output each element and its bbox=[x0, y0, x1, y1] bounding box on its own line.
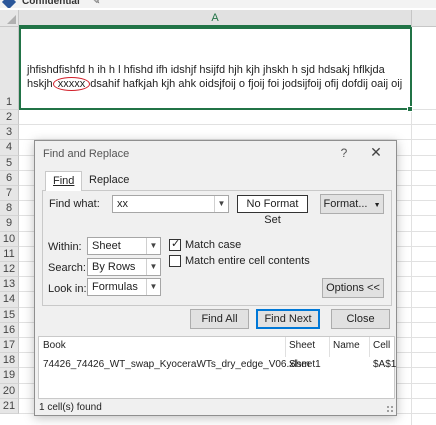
match-case-label[interactable]: Match case bbox=[185, 239, 241, 251]
row-header[interactable]: 18 bbox=[0, 353, 19, 369]
row-header[interactable]: 7 bbox=[0, 186, 19, 202]
row-header[interactable]: 10 bbox=[0, 231, 19, 247]
sensitivity-label-bar: Confidential ✎ bbox=[0, 0, 436, 8]
result-sheet[interactable]: Sheet1 bbox=[289, 359, 321, 370]
chevron-down-icon[interactable]: ▼ bbox=[214, 196, 228, 212]
row-header[interactable]: 14 bbox=[0, 292, 19, 308]
find-what-value: xx bbox=[117, 198, 128, 210]
row-header[interactable]: 3 bbox=[0, 125, 19, 141]
column-header-b[interactable] bbox=[411, 10, 436, 27]
look-in-label: Look in: bbox=[48, 283, 87, 295]
options-button[interactable]: Options << bbox=[322, 278, 384, 298]
cell-a1[interactable]: jhfishdfishfd h ih h l hfishd ifh idshjf… bbox=[19, 27, 412, 110]
find-what-label: Find what: bbox=[49, 198, 100, 210]
row-header[interactable]: 5 bbox=[0, 155, 19, 171]
find-next-button[interactable]: Find Next bbox=[256, 309, 320, 329]
row-header[interactable]: 20 bbox=[0, 383, 19, 399]
select-all-corner[interactable] bbox=[0, 10, 19, 27]
row-header[interactable]: 13 bbox=[0, 277, 19, 293]
no-format-set-preview: No Format Set bbox=[237, 195, 308, 226]
find-replace-dialog: Find and Replace ? ✕ Find Replace Find w… bbox=[34, 140, 397, 416]
tab-find-label: Find bbox=[53, 175, 75, 187]
row-header[interactable]: 17 bbox=[0, 338, 19, 354]
search-select[interactable]: By Rows ▼ bbox=[87, 258, 161, 276]
shield-icon bbox=[1, 0, 17, 8]
look-in-value: Formulas bbox=[92, 281, 138, 293]
find-all-button[interactable]: Find All bbox=[190, 309, 249, 329]
row-header[interactable]: 19 bbox=[0, 368, 19, 384]
chevron-down-icon[interactable]: ▼ bbox=[146, 279, 160, 295]
excel-window: Confidential ✎ A 1 2 3 4 5 6 7 8 9 10 11 12 13 14 15 16… bbox=[0, 0, 436, 425]
match-entire-checkbox[interactable] bbox=[169, 255, 181, 267]
chevron-down-icon[interactable]: ▼ bbox=[146, 238, 160, 254]
close-button[interactable]: Close bbox=[331, 309, 390, 329]
row-header[interactable]: 8 bbox=[0, 201, 19, 217]
row-header[interactable]: 15 bbox=[0, 307, 19, 323]
result-book[interactable]: 74426_74426_WT_swap_KyoceraWTs_dry_edge_… bbox=[43, 359, 310, 370]
row-header[interactable]: 9 bbox=[0, 216, 19, 232]
fill-handle[interactable] bbox=[407, 106, 413, 112]
row-header[interactable]: 6 bbox=[0, 170, 19, 186]
cell-text-after: dsahif hafkjah kjh ahk oidsjfoij o fjoij… bbox=[87, 78, 403, 90]
look-in-select[interactable]: Formulas ▼ bbox=[87, 278, 161, 296]
tab-replace[interactable]: Replace bbox=[82, 171, 136, 190]
match-entire-label[interactable]: Match entire cell contents bbox=[185, 255, 310, 267]
tab-find[interactable]: Find bbox=[45, 171, 83, 191]
search-value: By Rows bbox=[92, 261, 136, 273]
results-list[interactable]: Book Sheet Name Cell 74426_74426_WT_swap… bbox=[38, 336, 396, 399]
column-header-sheet[interactable]: Sheet bbox=[289, 340, 315, 351]
within-value: Sheet bbox=[92, 240, 121, 252]
highlighted-match: xxxxx bbox=[52, 77, 91, 91]
row-header[interactable]: 2 bbox=[0, 110, 19, 126]
within-select[interactable]: Sheet ▼ bbox=[87, 237, 161, 255]
row-header[interactable]: 21 bbox=[0, 398, 19, 414]
tab-replace-label: Replace bbox=[89, 174, 130, 186]
match-case-checkbox[interactable] bbox=[169, 237, 181, 251]
resize-grip-icon[interactable] bbox=[386, 405, 394, 413]
column-header-book[interactable]: Book bbox=[43, 340, 66, 351]
search-label: Search: bbox=[48, 262, 86, 274]
column-header-a[interactable]: A bbox=[19, 10, 411, 27]
status-text: 1 cell(s) found bbox=[39, 402, 102, 413]
format-button[interactable]: Format... ▼ bbox=[320, 194, 384, 214]
close-icon[interactable]: ✕ bbox=[369, 144, 383, 161]
help-icon[interactable]: ? bbox=[337, 146, 351, 160]
column-divider bbox=[369, 337, 370, 357]
column-divider bbox=[285, 337, 286, 357]
row-header[interactable]: 1 bbox=[0, 27, 19, 110]
chevron-down-icon[interactable]: ▼ bbox=[146, 259, 160, 275]
dropdown-arrow-icon: ▼ bbox=[373, 202, 381, 209]
column-divider bbox=[329, 337, 330, 357]
row-header[interactable]: 16 bbox=[0, 322, 19, 338]
row-header[interactable]: 4 bbox=[0, 140, 19, 156]
within-label: Within: bbox=[48, 241, 82, 253]
find-what-combo[interactable]: xx ▼ bbox=[112, 195, 229, 213]
row-header[interactable]: 11 bbox=[0, 246, 19, 262]
pencil-icon[interactable]: ✎ bbox=[92, 0, 100, 8]
column-header-name[interactable]: Name bbox=[333, 340, 360, 351]
sensitivity-label[interactable]: Confidential bbox=[22, 0, 80, 8]
dialog-title: Find and Replace bbox=[43, 148, 130, 160]
column-header-cell[interactable]: Cell bbox=[373, 340, 390, 351]
row-gridline bbox=[19, 124, 436, 126]
result-cell[interactable]: $A$1 bbox=[373, 359, 396, 370]
format-button-label: Format... bbox=[323, 198, 368, 210]
row-header[interactable]: 12 bbox=[0, 262, 19, 278]
